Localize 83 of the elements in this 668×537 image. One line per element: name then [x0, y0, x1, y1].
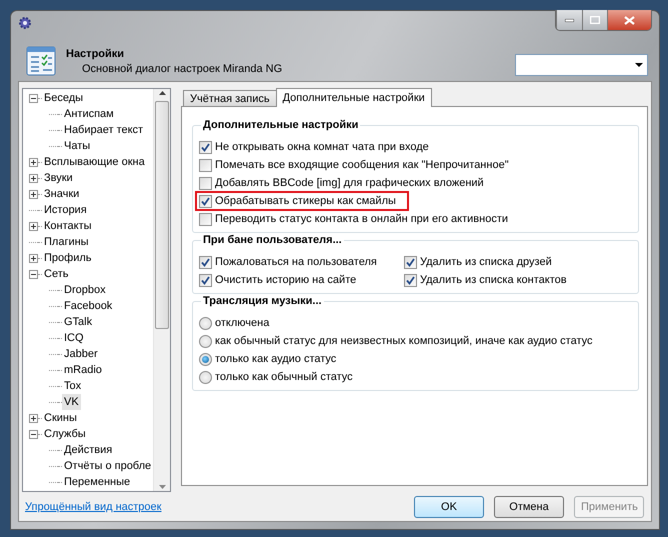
tree-item[interactable]: mRadio	[62, 362, 104, 378]
simple-view-link[interactable]: Упрощённый вид настроек	[25, 500, 162, 512]
checkbox[interactable]	[404, 256, 417, 268]
dialog-title: Настройки	[66, 48, 126, 60]
checkbox[interactable]	[199, 274, 212, 286]
dialog-subtitle: Основной диалог настроек Miranda NG	[81, 62, 282, 74]
radio-button[interactable]	[199, 316, 212, 330]
checklist-icon	[26, 46, 56, 76]
collapse-icon[interactable]	[29, 270, 38, 278]
option-label: только как аудио статус	[215, 353, 336, 365]
option-label: только как обычный статус	[215, 371, 353, 383]
option-label: Очистить историю на сайте	[215, 274, 356, 286]
close-icon	[624, 16, 635, 24]
tree-item[interactable]: Контакты	[42, 218, 94, 234]
tree-item[interactable]: Службы	[42, 426, 88, 442]
tree-item[interactable]: Профиль	[42, 250, 94, 266]
expand-icon[interactable]	[29, 174, 38, 182]
expand-icon[interactable]	[29, 222, 38, 230]
expand-icon[interactable]	[29, 190, 38, 198]
tree-item[interactable]: Tox	[62, 378, 84, 394]
group-title: При бане пользователя...	[201, 233, 344, 247]
maximize-icon	[590, 16, 600, 24]
option-label: Не открывать окна комнат чата при входе	[215, 141, 429, 153]
collapse-icon[interactable]	[29, 430, 38, 438]
tree-item[interactable]: Действия	[62, 442, 114, 458]
group-title: Дополнительные настройки	[201, 118, 360, 132]
tree-item[interactable]: Отчёты о пробле	[62, 458, 154, 474]
tab[interactable]: Учётная запись	[183, 90, 277, 107]
radio-button[interactable]	[199, 352, 212, 366]
minimize-button[interactable]	[556, 10, 582, 30]
radio-button[interactable]	[199, 370, 212, 384]
scroll-down-arrow-icon[interactable]	[158, 485, 166, 489]
expand-icon[interactable]	[29, 254, 38, 262]
tree-item[interactable]: Скины	[42, 410, 79, 426]
tree-item[interactable]: Сеть	[42, 266, 70, 282]
option-label: Удалить из списка контактов	[420, 274, 567, 286]
checkbox[interactable]	[199, 140, 212, 154]
group-title: Трансляция музыки...	[201, 294, 324, 308]
tree-item[interactable]: VK	[62, 394, 81, 410]
checkbox[interactable]	[404, 274, 417, 286]
tree-item[interactable]: Переменные	[62, 474, 132, 490]
option-label: Удалить из списка друзей	[420, 256, 552, 268]
tree-item[interactable]: ICQ	[62, 330, 86, 346]
option-label: как обычный статус для неизвестных композиций, иначе как аудио статус	[215, 335, 592, 347]
option-label: Пожаловаться на пользователя	[215, 256, 377, 268]
tab[interactable]: Дополнительные настройки	[276, 88, 432, 107]
option-label: отключена	[215, 317, 270, 329]
maximize-button[interactable]	[582, 10, 607, 30]
tree-item[interactable]: Антиспам	[62, 106, 116, 122]
tree-item[interactable]: История	[42, 202, 89, 218]
tree-item[interactable]: Плагины	[42, 234, 91, 250]
tree-item[interactable]: Набирает текст	[62, 122, 146, 138]
option-label: Обрабатывать стикеры как смайлы	[215, 195, 396, 207]
dialog-button[interactable]: OK	[414, 496, 484, 518]
checkbox[interactable]	[199, 212, 212, 226]
tree-item[interactable]: Беседы	[42, 90, 86, 106]
expand-icon[interactable]	[29, 414, 38, 422]
checkbox[interactable]	[199, 194, 212, 208]
tree-item[interactable]: Звуки	[42, 170, 75, 186]
checkbox[interactable]	[199, 176, 212, 190]
scrollbar[interactable]	[153, 89, 170, 491]
search-dropdown[interactable]	[515, 54, 648, 76]
tree-item[interactable]: GTalk	[62, 314, 94, 330]
tree-item[interactable]: Чаты	[62, 138, 92, 154]
checkbox[interactable]	[199, 256, 212, 268]
scroll-up-arrow-icon[interactable]	[158, 91, 166, 95]
tree-item[interactable]: Jabber	[62, 346, 100, 362]
close-button[interactable]	[607, 10, 651, 30]
tree-item[interactable]: Значки	[42, 186, 82, 202]
dropdown-arrow-icon	[635, 63, 643, 67]
option-label: Помечать все входящие сообщения как "Непрочитанное"	[215, 159, 509, 171]
checkbox[interactable]	[199, 158, 212, 172]
option-label: Переводить статус контакта в онлайн при его активности	[215, 213, 508, 225]
collapse-icon[interactable]	[29, 94, 38, 102]
radio-button[interactable]	[199, 334, 212, 348]
expand-icon[interactable]	[29, 158, 38, 166]
minimize-icon	[565, 18, 574, 22]
option-label: Добавлять BBCode [img] для графических вложений	[215, 177, 484, 189]
gear-icon	[18, 16, 32, 30]
tree-item[interactable]: Всплывающие окна	[42, 154, 147, 170]
dialog-button[interactable]: Отмена	[494, 496, 564, 518]
tree-item[interactable]: Dropbox	[62, 282, 108, 298]
tree-item[interactable]: Facebook	[62, 298, 114, 314]
